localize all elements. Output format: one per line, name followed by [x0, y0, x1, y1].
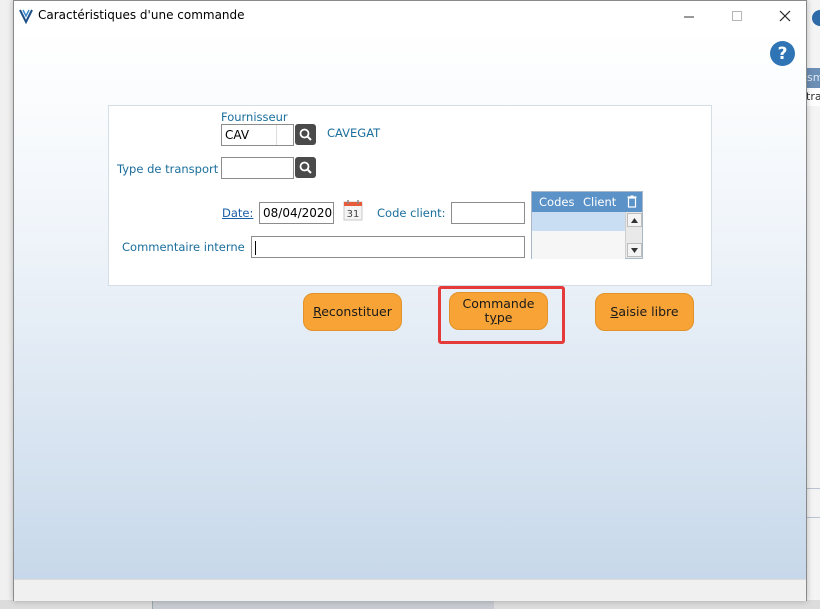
text-cursor: [255, 240, 256, 255]
titlebar: Caractéristiques d'une commande: [14, 1, 806, 31]
input-divider: [276, 125, 277, 145]
calendar-day: 31: [347, 209, 360, 220]
scroll-up-button[interactable]: [627, 213, 642, 227]
close-button[interactable]: [770, 5, 800, 27]
question-icon: ?: [777, 43, 788, 64]
saisie-libre-button[interactable]: Saisie libre: [595, 293, 694, 331]
commentaire-input[interactable]: [251, 236, 525, 258]
code-client-input[interactable]: [451, 202, 525, 224]
scroll-down-button[interactable]: [627, 243, 642, 257]
transport-search-button[interactable]: [295, 157, 316, 178]
maximize-icon: [731, 10, 742, 21]
maximize-button[interactable]: [722, 5, 752, 27]
search-icon: [299, 128, 312, 141]
grid-header-client[interactable]: Client: [583, 195, 616, 209]
dialog-content: ? Fournisseur CAV CAVEGAT Type de transp…: [14, 31, 806, 579]
status-bar: [14, 579, 806, 601]
calendar-icon: 31: [343, 200, 363, 221]
background-row-fragment: tra: [806, 88, 820, 106]
reconstituer-mnemonic: R: [313, 304, 322, 319]
code-client-label: Code client:: [377, 206, 446, 220]
date-label[interactable]: Date:: [222, 206, 253, 220]
order-form-panel: Fournisseur CAV CAVEGAT Type de transpor…: [108, 105, 712, 286]
help-button[interactable]: ?: [770, 41, 795, 66]
fournisseur-search-button[interactable]: [295, 124, 316, 145]
calendar-button[interactable]: 31: [343, 199, 363, 221]
minimize-button[interactable]: [674, 5, 704, 27]
fournisseur-label: Fournisseur: [221, 110, 288, 124]
date-input[interactable]: 08/04/2020: [259, 202, 334, 224]
app-logo-icon: [19, 9, 33, 24]
order-dialog: Caractéristiques d'une commande ? Fourni…: [13, 0, 807, 601]
grid-row[interactable]: [532, 231, 625, 259]
transport-label: Type de transport: [117, 162, 219, 176]
commentaire-label: Commentaire interne: [122, 240, 245, 254]
grid-header-codes[interactable]: Codes: [539, 195, 574, 209]
commande-type-label-line2: type: [484, 310, 513, 325]
reconstituer-label: econstituer: [321, 304, 392, 319]
minimize-icon: [683, 16, 694, 17]
window-title: Caractéristiques d'une commande: [38, 8, 245, 22]
background-header-fragment: sm: [806, 68, 820, 88]
reconstituer-button[interactable]: Reconstituer: [303, 293, 402, 331]
saisie-libre-label: aisie libre: [618, 304, 679, 319]
close-icon: [779, 10, 791, 22]
fournisseur-code-input[interactable]: CAV: [221, 124, 294, 146]
background-bottom-panel: [152, 600, 494, 609]
search-icon: [299, 161, 312, 174]
commande-type-button[interactable]: Commande type: [449, 292, 548, 330]
fournisseur-name: CAVEGAT: [327, 126, 381, 140]
delete-icon[interactable]: [627, 195, 637, 208]
arrow-up-icon: [631, 217, 638, 223]
commande-type-label-line1: Commande: [462, 296, 535, 311]
arrow-down-icon: [631, 247, 638, 253]
background-lines: [806, 488, 820, 518]
grid-scrollbar[interactable]: [625, 212, 642, 258]
grid-header: Codes Client: [532, 192, 642, 212]
codes-client-grid[interactable]: Codes Client: [531, 191, 643, 259]
grid-row-selected[interactable]: [532, 212, 625, 231]
transport-input[interactable]: [221, 157, 294, 179]
